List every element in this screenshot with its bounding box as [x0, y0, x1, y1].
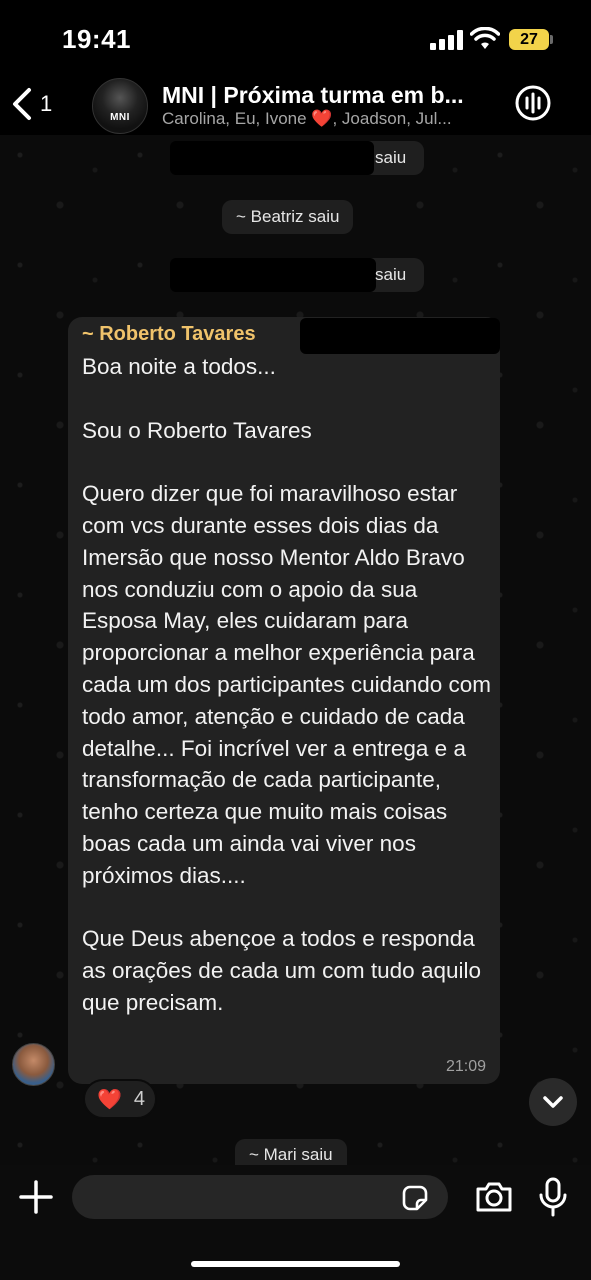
group-title[interactable]: MNI | Próxima turma em b... — [162, 82, 502, 109]
camera-icon[interactable] — [474, 1179, 514, 1215]
battery-cap — [550, 35, 553, 44]
system-message: saiu — [170, 258, 424, 292]
sender-avatar[interactable] — [12, 1043, 55, 1086]
message-bubble[interactable]: ~ Roberto Tavares Boa noite a todos... S… — [68, 317, 500, 1084]
unread-count: 1 — [40, 91, 53, 116]
chat-header: 1 MNI MNI | Próxima turma em b... Caroli… — [0, 78, 591, 135]
wifi-icon — [470, 27, 500, 49]
reaction-count: 4 — [133, 1087, 146, 1110]
battery-indicator: 27 — [509, 29, 549, 50]
chevron-left-icon — [13, 88, 31, 120]
redacted-phone — [300, 318, 500, 354]
redacted-name — [170, 258, 376, 292]
heart-icon: ❤️ — [97, 1088, 122, 1111]
chevron-down-icon — [543, 1096, 563, 1108]
group-members[interactable]: Carolina, Eu, Ivone ❤️, Joadson, Jul... — [162, 109, 502, 129]
microphone-icon[interactable] — [538, 1177, 568, 1217]
audio-call-icon[interactable] — [513, 83, 553, 123]
sticker-icon[interactable] — [400, 1183, 430, 1213]
signal-icon — [430, 30, 464, 50]
scroll-to-bottom-button[interactable] — [529, 1078, 577, 1126]
sender-name[interactable]: ~ Roberto Tavares — [82, 323, 256, 346]
status-time: 19:41 — [62, 24, 131, 54]
message-time: 21:09 — [445, 1058, 486, 1075]
system-message: ~ Beatriz saiu — [222, 200, 354, 234]
system-message: ~ Mari saiu — [235, 1139, 347, 1167]
home-indicator — [191, 1261, 400, 1267]
plus-icon[interactable] — [18, 1179, 54, 1215]
message-text: Boa noite a todos... Sou o Roberto Tavar… — [82, 354, 491, 1015]
message-input[interactable] — [72, 1175, 448, 1219]
group-avatar-logo: MNI — [110, 112, 130, 123]
input-bar — [0, 1165, 591, 1280]
group-avatar[interactable]: MNI — [92, 78, 148, 134]
redacted-name — [170, 141, 374, 175]
reaction-badge[interactable]: ❤️ 4 — [83, 1079, 157, 1119]
system-message: saiu — [170, 141, 424, 175]
back-button[interactable]: 1 — [10, 84, 70, 124]
status-bar: 19:41 27 — [0, 0, 591, 78]
